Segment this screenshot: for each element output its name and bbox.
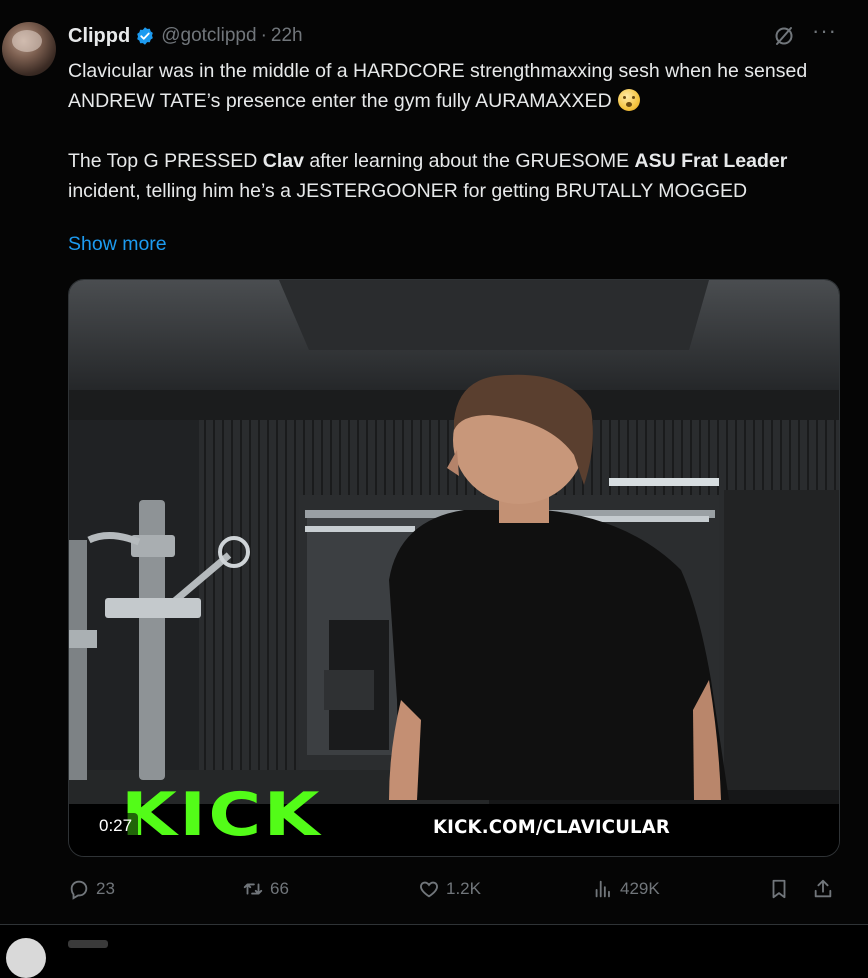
show-more-link[interactable]: Show more	[68, 233, 167, 256]
next-tweet-header-placeholder	[68, 940, 108, 948]
more-options-icon[interactable]: ···	[812, 20, 836, 46]
kick-logo: KICK	[121, 785, 349, 845]
tweet-timestamp[interactable]: 22h	[271, 25, 303, 47]
tweet-header: Clippd @gotclippd · 22h	[68, 22, 303, 50]
verified-badge-icon	[137, 27, 154, 45]
video-frame	[69, 280, 839, 856]
repost-button[interactable]: 66	[242, 874, 289, 904]
kick-url-overlay: KICK.COM/CLAVICULAR	[433, 816, 671, 838]
views-button[interactable]: 429K	[592, 874, 660, 904]
video-player[interactable]: KICK 0:27 KICK.COM/CLAVICULAR	[68, 279, 840, 857]
share-icon	[814, 879, 832, 898]
tweet-text-segment: The Top G PRESSED	[68, 150, 263, 172]
tweet-paragraph-2: The Top G PRESSED Clav after learning ab…	[68, 146, 848, 206]
view-count: 429K	[620, 879, 660, 898]
author-handle[interactable]: @gotclippd	[161, 25, 256, 47]
tweet-text-line1: Clavicular was in the middle of a HARDCO…	[68, 60, 808, 112]
tweet-divider	[0, 924, 868, 925]
header-separator: ·	[260, 25, 267, 46]
reply-icon	[70, 880, 88, 900]
grok-icon[interactable]	[772, 24, 796, 48]
next-tweet-avatar[interactable]	[6, 938, 46, 978]
repost-icon	[243, 883, 263, 895]
tweet-card[interactable]: Clippd @gotclippd · 22h ··· Clavicular w…	[0, 0, 868, 924]
reply-button[interactable]: 23	[68, 874, 115, 904]
flushed-face-emoji-icon	[617, 89, 640, 111]
share-button[interactable]	[812, 874, 834, 904]
repost-count: 66	[270, 879, 289, 898]
bookmark-icon	[772, 879, 786, 899]
like-button[interactable]: 1.2K	[418, 874, 481, 904]
bar-chart-icon	[595, 880, 610, 898]
tweet-paragraph-1: Clavicular was in the middle of a HARDCO…	[68, 56, 848, 116]
reply-count: 23	[96, 879, 115, 898]
bookmark-button[interactable]	[768, 874, 790, 904]
author-name[interactable]: Clippd	[68, 25, 130, 48]
tweet-text-bold-clav: Clav	[262, 150, 304, 172]
like-count: 1.2K	[446, 879, 481, 898]
tweet-action-bar: 23 66 1.2K 429K	[68, 874, 838, 904]
video-timestamp: 0:27	[93, 813, 139, 839]
kick-logo-text: KICK	[121, 780, 322, 850]
author-avatar[interactable]	[2, 22, 56, 76]
heart-icon	[420, 881, 438, 898]
tweet-text-bold-asu: ASU Frat Leader	[634, 150, 788, 172]
tweet-text-segment: incident, telling him he’s a JESTERGOONE…	[68, 180, 748, 202]
tweet-text-segment: after learning about the GRUESOME	[303, 150, 635, 172]
tweet-text: Clavicular was in the middle of a HARDCO…	[68, 56, 848, 206]
